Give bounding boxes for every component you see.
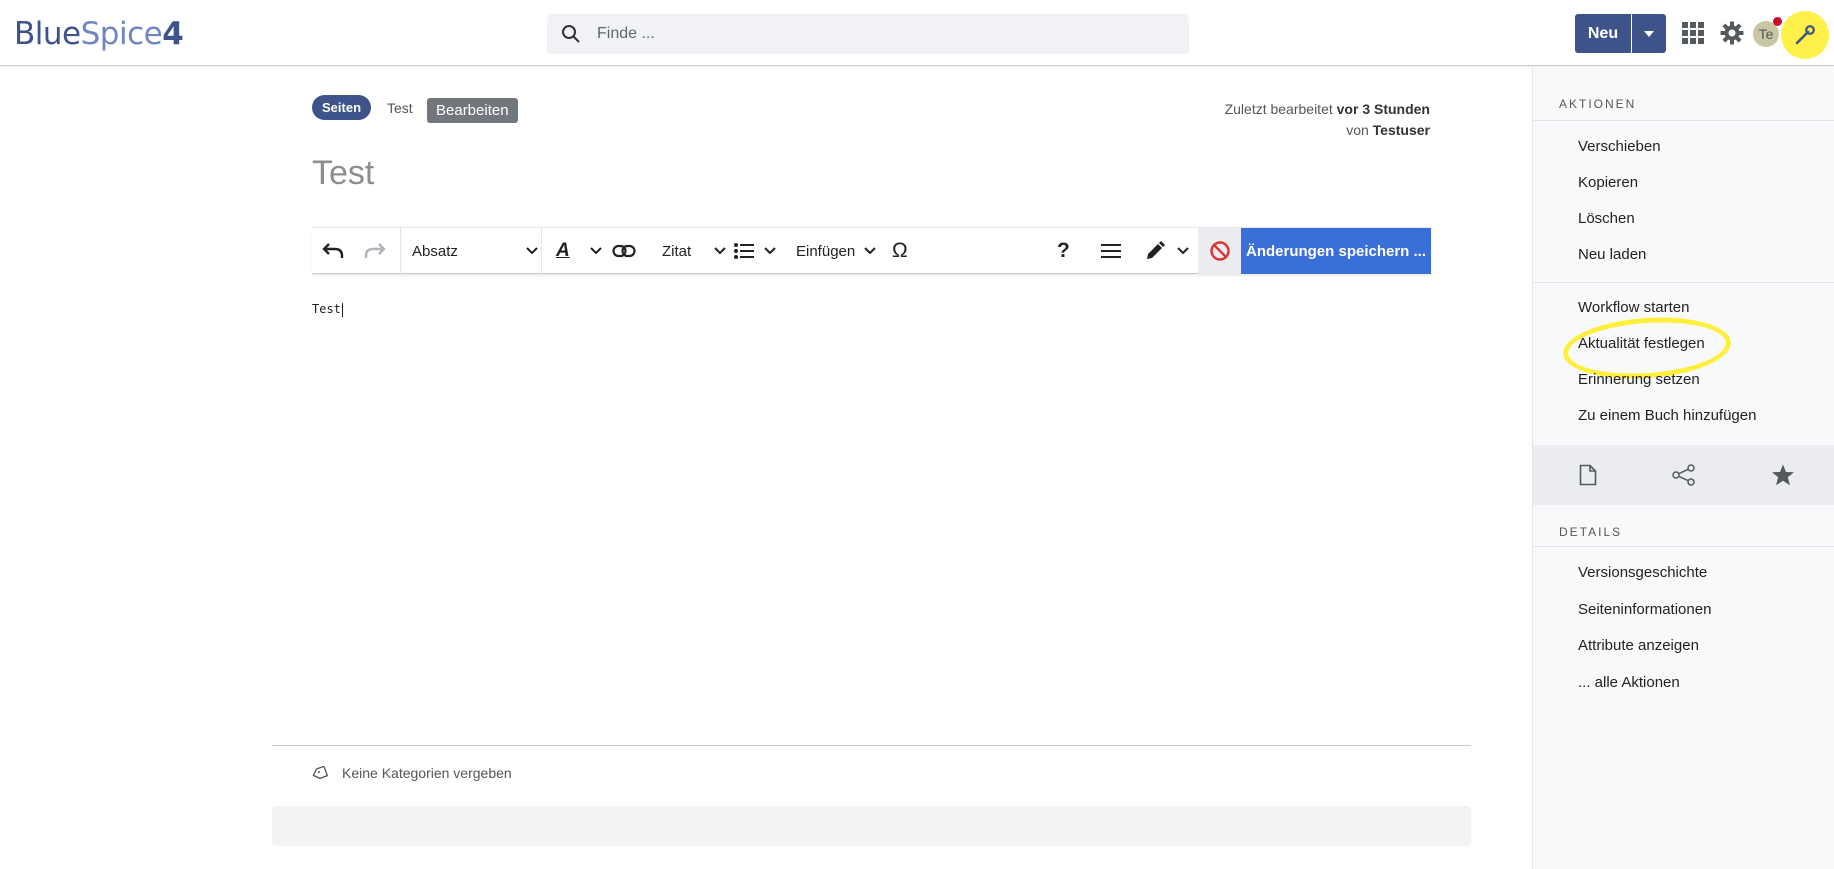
toolbar-separator — [541, 228, 542, 274]
bullet-list-icon — [734, 243, 754, 259]
gear-icon — [1720, 21, 1744, 45]
save-changes-button[interactable]: Änderungen speichern ... — [1241, 228, 1431, 274]
apps-grid-button[interactable] — [1678, 18, 1708, 48]
redo-button[interactable] — [364, 228, 394, 274]
quote-label: Zitat — [662, 242, 692, 260]
search-input[interactable] — [597, 25, 1157, 43]
tag-icon — [312, 766, 328, 780]
toolbar-separator — [400, 228, 401, 274]
sidebar-divider — [1533, 120, 1834, 121]
categories-bar: Keine Kategorien vergeben — [312, 765, 512, 781]
new-dropdown-button[interactable] — [1632, 14, 1666, 53]
quote-dropdown[interactable]: Zitat — [662, 228, 726, 274]
page-icon — [1579, 464, 1597, 486]
editor-surface[interactable]: Test — [312, 302, 343, 317]
editing-mode-dropdown[interactable] — [1145, 228, 1189, 274]
watch-button[interactable] — [1769, 461, 1797, 489]
categories-text: Keine Kategorien vergeben — [342, 765, 512, 781]
action-add-to-book[interactable]: Zu einem Buch hinzufügen — [1578, 407, 1756, 424]
detail-page-info[interactable]: Seiteninformationen — [1578, 601, 1711, 618]
page-info-button[interactable] — [1574, 461, 1602, 489]
cancel-edit-button[interactable] — [1198, 228, 1241, 274]
action-set-expiry[interactable]: Aktualität festlegen — [1578, 335, 1705, 352]
format-dropdown[interactable]: Absatz — [412, 228, 538, 274]
logo-part-spice: Spice — [80, 16, 163, 52]
action-set-reminder[interactable]: Erinnerung setzen — [1578, 371, 1700, 388]
chevron-down-icon — [714, 247, 726, 255]
actions-heading: AKTIONEN — [1559, 97, 1637, 111]
chevron-down-icon — [590, 247, 602, 255]
undo-button[interactable] — [322, 228, 352, 274]
detail-show-attributes[interactable]: Attribute anzeigen — [1578, 637, 1699, 654]
text-style-dropdown[interactable]: A — [556, 228, 602, 274]
redo-icon — [364, 243, 386, 258]
last-edit-by-prefix: von — [1346, 122, 1369, 138]
footer-bar — [272, 806, 1471, 846]
categories-divider — [272, 745, 1471, 746]
action-delete[interactable]: Löschen — [1578, 210, 1635, 227]
action-move[interactable]: Verschieben — [1578, 138, 1661, 155]
wrench-icon — [1795, 25, 1815, 45]
sidebar-divider — [1533, 282, 1834, 283]
special-character-button[interactable]: Ω — [892, 228, 916, 274]
bluespice-logo[interactable]: BlueSpice4 — [14, 16, 184, 52]
logo-part-blue: Blue — [14, 16, 81, 52]
hamburger-icon — [1101, 244, 1121, 258]
page-title: Test — [312, 154, 375, 192]
list-dropdown[interactable] — [734, 228, 776, 274]
share-icon — [1672, 464, 1695, 486]
page-tools-sidebar: AKTIONEN Verschieben Kopieren Löschen Ne… — [1532, 67, 1834, 869]
chevron-down-icon — [526, 247, 538, 255]
last-edit-user[interactable]: Testuser — [1373, 122, 1430, 138]
format-label: Absatz — [412, 242, 458, 260]
undo-icon — [322, 243, 344, 258]
link-icon — [612, 244, 636, 258]
logo-part-four: 4 — [162, 16, 184, 52]
page-options-button[interactable] — [1101, 228, 1125, 274]
sidebar-divider — [1533, 546, 1834, 547]
page-tools-button[interactable] — [1781, 11, 1829, 59]
insert-label: Einfügen — [796, 242, 856, 260]
top-header: BlueSpice4 Neu — [0, 0, 1834, 66]
search-box[interactable] — [547, 14, 1189, 54]
namespace-pill[interactable]: Seiten — [312, 95, 372, 120]
pencil-icon — [1147, 241, 1165, 259]
star-icon — [1772, 464, 1794, 486]
detail-all-actions[interactable]: ... alle Aktionen — [1578, 674, 1680, 691]
detail-version-history[interactable]: Versionsgeschichte — [1578, 564, 1707, 581]
action-purge[interactable]: Neu laden — [1578, 246, 1646, 263]
text-style-icon: A — [556, 240, 570, 261]
share-button[interactable] — [1670, 461, 1698, 489]
apps-grid-icon — [1682, 22, 1704, 44]
sidebar-icon-row — [1533, 445, 1834, 505]
settings-button[interactable] — [1717, 18, 1747, 48]
last-edit-prefix: Zuletzt bearbeitet — [1224, 101, 1333, 117]
insert-dropdown[interactable]: Einfügen — [796, 228, 876, 274]
chevron-down-icon — [864, 247, 876, 255]
chevron-down-icon — [764, 247, 776, 255]
caret-down-icon — [1644, 30, 1654, 37]
chevron-down-icon — [1177, 247, 1189, 255]
notification-dot — [1773, 17, 1782, 26]
details-heading: DETAILS — [1559, 525, 1623, 539]
action-start-workflow[interactable]: Workflow starten — [1578, 299, 1689, 316]
edit-mode-badge: Bearbeiten — [427, 98, 518, 123]
editor-paragraph: Test — [312, 302, 341, 316]
link-button[interactable] — [612, 228, 638, 274]
breadcrumb: Seiten Test — [312, 95, 413, 120]
cancel-icon — [1209, 241, 1230, 261]
last-edit-when[interactable]: vor 3 Stunden — [1337, 101, 1430, 117]
action-copy[interactable]: Kopieren — [1578, 174, 1638, 191]
text-cursor — [341, 302, 343, 317]
editor-toolbar: Absatz A Zitat Einfügen Ω ? Änderungen s… — [312, 227, 1431, 274]
search-icon — [562, 25, 580, 43]
help-button[interactable]: ? — [1057, 228, 1077, 274]
last-edit-info: Zuletzt bearbeitet vor 3 Stunden von Tes… — [1225, 99, 1430, 141]
breadcrumb-page[interactable]: Test — [387, 100, 413, 116]
new-button[interactable]: Neu — [1575, 14, 1631, 53]
